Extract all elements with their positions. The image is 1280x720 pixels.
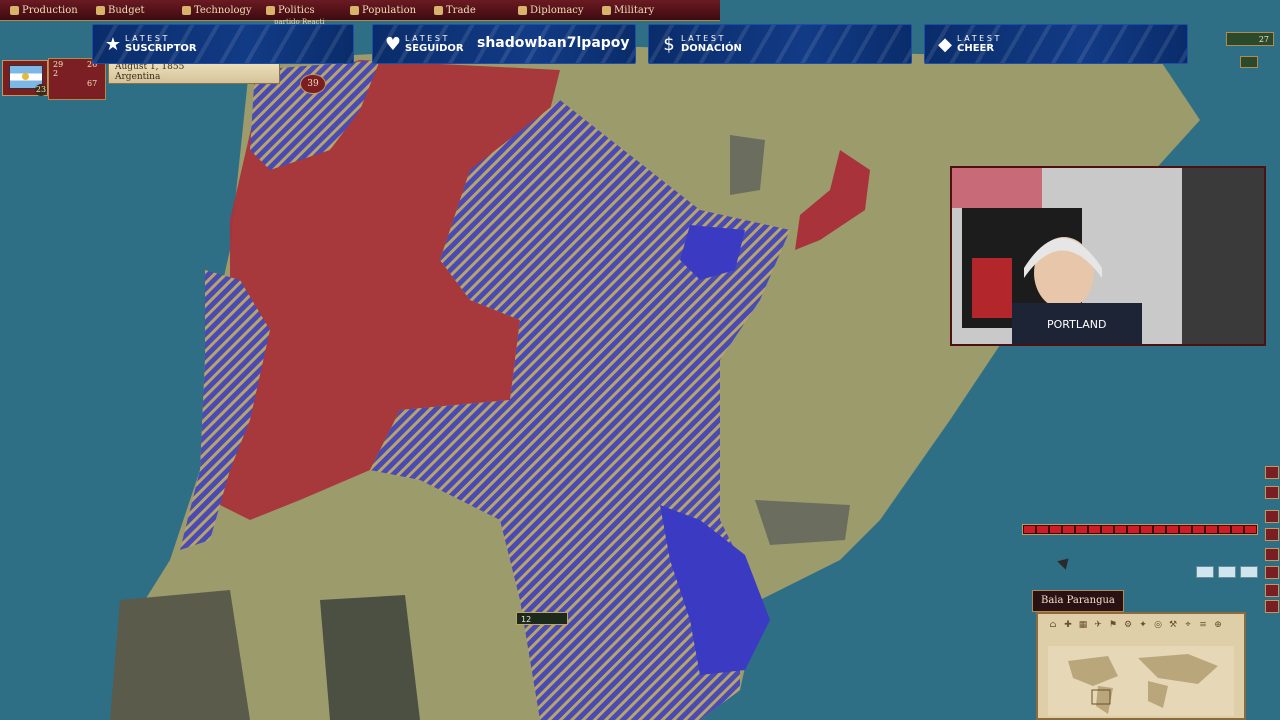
progress-segment: [1245, 526, 1256, 533]
tab-budget[interactable]: Budget: [92, 1, 174, 19]
occupation-progress-bar: [1022, 524, 1258, 535]
dark-mountains: [110, 590, 250, 720]
webcam-feed: PORTLAND: [952, 168, 1264, 344]
progress-segment: [1063, 526, 1074, 533]
diplomacy-icon: [518, 5, 527, 15]
stat-2: 2: [53, 69, 59, 78]
budget-icon: [96, 5, 105, 15]
tab-diplomacy[interactable]: Diplomacy: [514, 1, 600, 19]
right-toolbar: [1262, 462, 1280, 613]
progress-segment: [1219, 526, 1230, 533]
progress-segment: [1154, 526, 1165, 533]
globe-icon[interactable]: [1265, 600, 1279, 613]
progress-segment: [1089, 526, 1100, 533]
minimap-toolbar: ⌂ ✚ ▦ ✈ ⚑ ⚙ ✦ ◎ ⚒ ⌖ ≡ ⊕: [1048, 618, 1238, 646]
minimap-tool-icon[interactable]: ⚒: [1168, 620, 1178, 630]
grey-region-1: [730, 135, 765, 195]
province-badge[interactable]: 39: [300, 74, 326, 94]
progress-segment: [1037, 526, 1048, 533]
tab-politics[interactable]: Politics: [262, 1, 348, 19]
progress-segment: [1193, 526, 1204, 533]
minimap-tool-icon[interactable]: ⌂: [1048, 620, 1058, 630]
population-icon: [350, 5, 359, 15]
banner-latest-follower: ♥ LATEST SEGUIDOR shadowban7lpapoy: [372, 24, 636, 64]
military-icon: [602, 5, 611, 15]
map-mode-icon[interactable]: [1265, 528, 1279, 541]
progress-segment: [1180, 526, 1191, 533]
country-level-badge: 23: [35, 84, 47, 96]
ledger-icon[interactable]: [1265, 466, 1279, 479]
country-stats: 29 2 26 67: [48, 58, 106, 100]
progress-segment: [1206, 526, 1217, 533]
heart-icon: ♥: [384, 33, 402, 55]
production-icon: [10, 5, 19, 15]
progress-segment: [1115, 526, 1126, 533]
progress-segment: [1141, 526, 1152, 533]
minimap-tool-icon[interactable]: ✦: [1138, 620, 1148, 630]
progress-segment: [1102, 526, 1113, 533]
minimap-tool-icon[interactable]: ✈: [1093, 620, 1103, 630]
star-icon: ★: [104, 33, 122, 55]
minimap-tool-icon[interactable]: ◎: [1153, 620, 1163, 630]
banner-latest-cheer: ◆ LATEST CHEER: [924, 24, 1188, 64]
tab-technology[interactable]: Technology: [178, 1, 264, 19]
tab-population[interactable]: Population: [346, 1, 432, 19]
minimap-world[interactable]: [1048, 646, 1234, 716]
dark-region-south: [320, 595, 420, 720]
tab-trade[interactable]: Trade: [430, 1, 514, 19]
country-flag-box[interactable]: 23: [2, 60, 48, 96]
building-icon[interactable]: [1265, 584, 1279, 597]
trade-icon: [434, 5, 443, 15]
province-tooltip: Baia Parangua: [1032, 590, 1124, 612]
zoom-in-button[interactable]: [1240, 566, 1258, 578]
progress-segment: [1076, 526, 1087, 533]
minimap-tool-icon[interactable]: ⊕: [1213, 620, 1223, 630]
leaf-icon[interactable]: [1265, 566, 1279, 579]
minimap-tool-icon[interactable]: ▦: [1078, 620, 1088, 630]
minimap-tool-icon[interactable]: ≡: [1198, 620, 1208, 630]
progress-segment: [1232, 526, 1243, 533]
webcam-overlay: PORTLAND: [950, 166, 1266, 346]
latest-follower-name: shadowban7lpapoy: [477, 35, 630, 51]
technology-icon: [182, 5, 191, 15]
country-name: Argentina: [115, 72, 161, 82]
banner-latest-subscriber: ★ LATEST SUSCRIPTOR: [92, 24, 354, 64]
progress-segment: [1050, 526, 1061, 533]
grey-region-2: [755, 500, 850, 545]
resource-counter[interactable]: 27: [1226, 32, 1274, 46]
minimap-tool-icon[interactable]: ✚: [1063, 620, 1073, 630]
stat-1: 29: [53, 60, 64, 69]
progress-segment: [1167, 526, 1178, 533]
tab-production[interactable]: Production: [6, 1, 88, 19]
dollar-icon: $: [663, 33, 675, 55]
message-icon[interactable]: [1265, 486, 1279, 499]
diamond-icon: ◆: [938, 33, 952, 55]
army-unit-label[interactable]: 12: [516, 612, 568, 625]
minimap-tool-icon[interactable]: ⌖: [1183, 620, 1193, 630]
zoom-reset-button[interactable]: [1218, 566, 1236, 578]
stat-4: 67: [87, 79, 98, 88]
minimap-tool-icon[interactable]: ⚙: [1123, 620, 1133, 630]
top-tab-bar: Production Budget Technology Politics Po…: [0, 0, 720, 21]
zoom-out-button[interactable]: [1196, 566, 1214, 578]
minimap-tool-icon[interactable]: ⚑: [1108, 620, 1118, 630]
politics-icon: [266, 5, 275, 15]
zoom-buttons: [1196, 566, 1258, 578]
banner-latest-donation: $ LATEST DONACIÓN: [648, 24, 912, 64]
alert-icon[interactable]: [1240, 56, 1258, 68]
progress-segment: [1128, 526, 1139, 533]
sword-icon[interactable]: [1265, 510, 1279, 523]
tab-military[interactable]: Military: [598, 1, 684, 19]
minimap[interactable]: ⌂ ✚ ▦ ✈ ⚑ ⚙ ✦ ◎ ⚒ ⌖ ≡ ⊕: [1036, 612, 1246, 720]
flag-icon[interactable]: [1265, 548, 1279, 561]
progress-segment: [1024, 526, 1035, 533]
svg-text:PORTLAND: PORTLAND: [1047, 318, 1106, 331]
